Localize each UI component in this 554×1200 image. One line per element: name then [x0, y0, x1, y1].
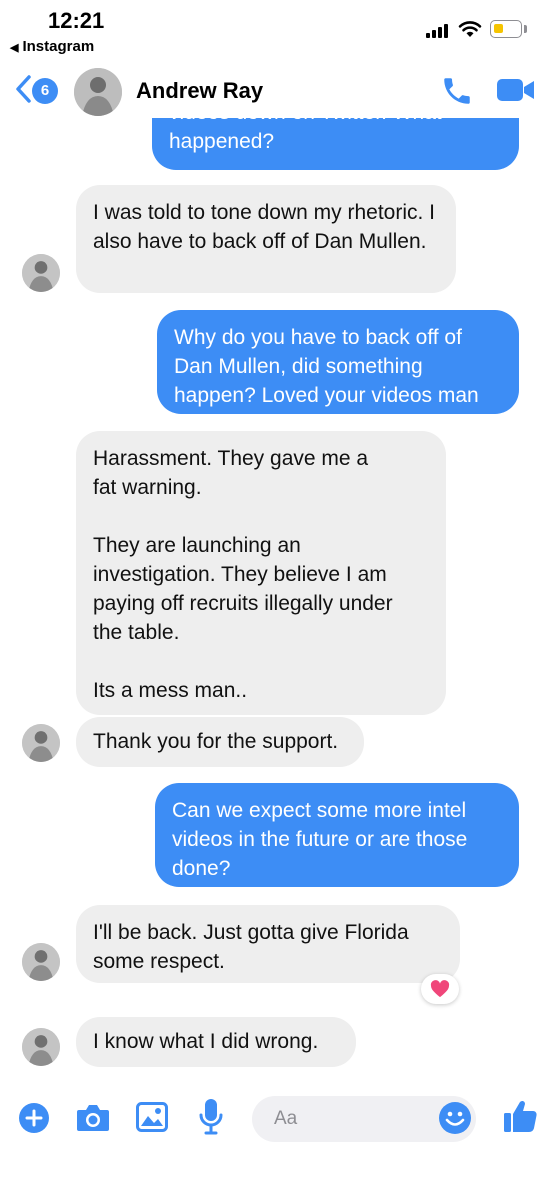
thumbs-up-icon[interactable] [502, 1098, 538, 1134]
wifi-icon [458, 21, 482, 37]
battery-icon [490, 20, 522, 38]
message-line [93, 647, 429, 676]
contact-name[interactable]: Andrew Ray [136, 78, 263, 104]
plus-icon[interactable] [18, 1102, 50, 1134]
message-text: Can we expect some more intel videos in … [172, 799, 468, 880]
message-text: I know what I did wrong. [93, 1030, 319, 1053]
camera-icon[interactable] [76, 1102, 110, 1132]
back-chevron-icon[interactable] [14, 74, 32, 104]
message-text: Why do you have to back off of Dan Mulle… [174, 326, 479, 407]
sender-avatar[interactable] [22, 724, 60, 762]
image-icon[interactable] [136, 1102, 168, 1132]
cell-signal-icon [426, 24, 452, 38]
unread-count-badge[interactable]: 6 [32, 78, 58, 104]
message-reaction[interactable] [421, 974, 459, 1004]
message-text: I'll be back. Just gotta give Florida so… [93, 921, 409, 973]
message-line [93, 502, 429, 531]
message-outgoing[interactable]: Why do you have to back off of Dan Mulle… [157, 310, 519, 414]
message-line: Its a mess man.. [93, 679, 248, 702]
message-line: the table. [93, 621, 180, 644]
phone-icon[interactable] [440, 74, 474, 108]
status-bar: 12:21 ◀ Instagram [0, 0, 554, 64]
message-input-placeholder: Aa [274, 1108, 298, 1129]
message-incoming[interactable]: Thank you for the support. [76, 717, 364, 767]
message-incoming[interactable]: Harassment. They gave me a fat warning. … [76, 431, 446, 715]
chat-header: 6 Andrew Ray [0, 64, 554, 118]
message-incoming[interactable]: I was told to tone down my rhetoric. I a… [76, 185, 456, 293]
message-list[interactable]: videos down on Twitter. What happened? I… [0, 118, 554, 1080]
message-incoming[interactable]: I know what I did wrong. [76, 1017, 356, 1067]
back-app-label: Instagram [22, 38, 95, 55]
sender-avatar[interactable] [22, 254, 60, 292]
status-time: 12:21 [48, 8, 105, 33]
message-line: They are launching an [93, 534, 301, 557]
video-camera-icon[interactable] [496, 76, 536, 104]
message-text: I was told to tone down my rhetoric. I a… [93, 201, 435, 253]
message-incoming[interactable]: I'll be back. Just gotta give Florida so… [76, 905, 460, 983]
back-to-app-link[interactable]: ◀ Instagram [10, 38, 94, 55]
avatar-image [74, 68, 122, 116]
contact-avatar[interactable] [74, 68, 122, 116]
message-outgoing[interactable]: videos down on Twitter. What happened? [152, 118, 519, 170]
message-line: Harassment. They gave me a [93, 447, 369, 470]
battery-nub [524, 25, 527, 33]
heart-icon [430, 980, 450, 998]
composer-bar: Aa [0, 1080, 554, 1200]
message-outgoing[interactable]: Can we expect some more intel videos in … [155, 783, 519, 887]
message-text: Thank you for the support. [93, 730, 339, 753]
message-line: paying off recruits illegally under [93, 592, 393, 615]
smiley-icon[interactable] [438, 1101, 472, 1135]
message-line: investigation. They believe I am [93, 563, 387, 586]
sender-avatar[interactable] [22, 1028, 60, 1066]
message-text: videos down on Twitter. What happened? [169, 118, 442, 153]
back-triangle-icon: ◀ [10, 42, 19, 54]
sender-avatar[interactable] [22, 943, 60, 981]
microphone-icon[interactable] [198, 1098, 224, 1136]
message-line: fat warning. [93, 476, 202, 499]
